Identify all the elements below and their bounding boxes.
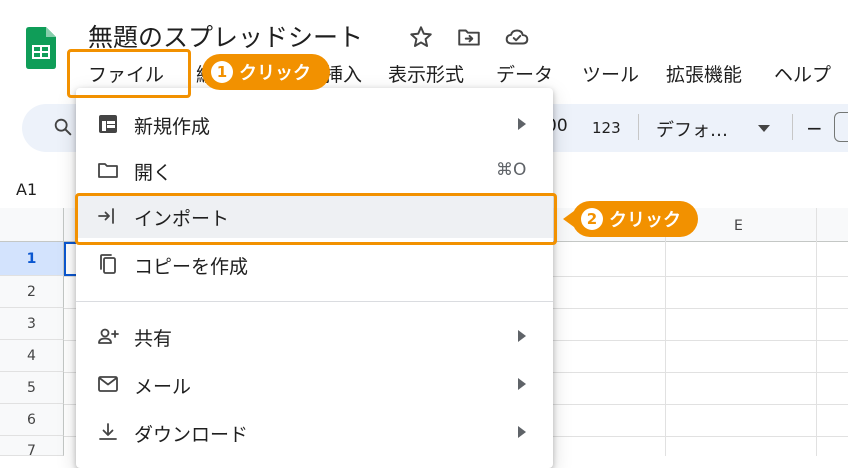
menu-format[interactable]: 表示形式 <box>388 60 464 87</box>
person-add-icon <box>98 328 119 344</box>
menu-item-label: ダウンロード <box>134 424 249 446</box>
step-number-badge: 1 <box>211 61 233 83</box>
column-header-e[interactable]: E <box>734 218 743 234</box>
menu-item-label: 新規作成 <box>134 116 211 138</box>
submenu-arrow-icon <box>518 330 526 342</box>
import-highlight <box>75 193 557 245</box>
row-header-2[interactable]: 2 <box>0 276 64 308</box>
sheets-logo-icon[interactable] <box>26 27 56 69</box>
toolbar-divider <box>638 114 639 140</box>
menu-item-label: 共有 <box>134 328 173 350</box>
new-sheet-icon <box>99 115 117 133</box>
number-format-button[interactable]: 123 <box>592 119 621 137</box>
select-all-corner[interactable] <box>0 208 64 242</box>
copy-icon <box>100 254 116 274</box>
chevron-down-icon[interactable] <box>758 125 770 132</box>
menu-tools[interactable]: ツール <box>582 60 639 87</box>
file-menu-highlight <box>67 49 191 98</box>
menu-item-download[interactable]: ダウンロード <box>76 410 553 454</box>
download-icon <box>99 423 117 440</box>
menu-item-label: メール <box>134 376 192 398</box>
search-icon[interactable] <box>52 116 74 138</box>
row-header-6[interactable]: 6 <box>0 404 64 436</box>
cloud-saved-icon[interactable] <box>504 24 530 50</box>
menu-item-new[interactable]: 新規作成 <box>76 102 553 146</box>
submenu-arrow-icon <box>518 378 526 390</box>
step2-callout: 2 クリック <box>572 201 698 237</box>
row-header-1[interactable]: 1 <box>0 242 64 276</box>
move-to-folder-icon[interactable] <box>456 24 482 50</box>
column-gridline <box>816 208 817 456</box>
step-callout-text: クリック <box>609 210 681 231</box>
submenu-arrow-icon <box>518 118 526 130</box>
menu-item-make-copy[interactable]: コピーを作成 <box>76 242 553 286</box>
step-number-badge: 2 <box>581 208 603 230</box>
font-select[interactable]: デフォ… <box>656 116 728 142</box>
menu-extensions[interactable]: 拡張機能 <box>666 60 742 87</box>
column-gridline <box>665 208 666 456</box>
menu-item-label: 開く <box>134 162 173 184</box>
menu-item-open[interactable]: 開く ⌘O <box>76 148 553 192</box>
font-size-decrease-button[interactable]: − <box>806 116 823 140</box>
step-callout-text: クリック <box>239 63 311 84</box>
menu-divider <box>76 301 553 302</box>
row-header-3[interactable]: 3 <box>0 308 64 340</box>
file-menu: 新規作成 開く ⌘O インポート コピーを作成 共有 メール ダウンロード <box>76 88 553 468</box>
menu-data[interactable]: データ <box>496 60 553 87</box>
keyboard-shortcut: ⌘O <box>496 160 527 180</box>
name-box[interactable]: A1 <box>16 180 37 199</box>
submenu-arrow-icon <box>518 426 526 438</box>
menu-item-email[interactable]: メール <box>76 362 553 406</box>
folder-icon <box>98 163 118 178</box>
row-header-5[interactable]: 5 <box>0 372 64 404</box>
menu-item-share[interactable]: 共有 <box>76 314 553 358</box>
step1-callout: 1 クリック <box>202 54 330 90</box>
star-icon[interactable] <box>408 24 434 50</box>
toolbar-divider <box>792 114 793 140</box>
row-header-4[interactable]: 4 <box>0 340 64 372</box>
menu-item-label: コピーを作成 <box>134 256 249 278</box>
font-size-input[interactable] <box>834 112 848 142</box>
row-header-7[interactable]: 7 <box>0 436 64 456</box>
menu-help[interactable]: ヘルプ <box>774 60 831 87</box>
mail-icon <box>98 376 118 392</box>
